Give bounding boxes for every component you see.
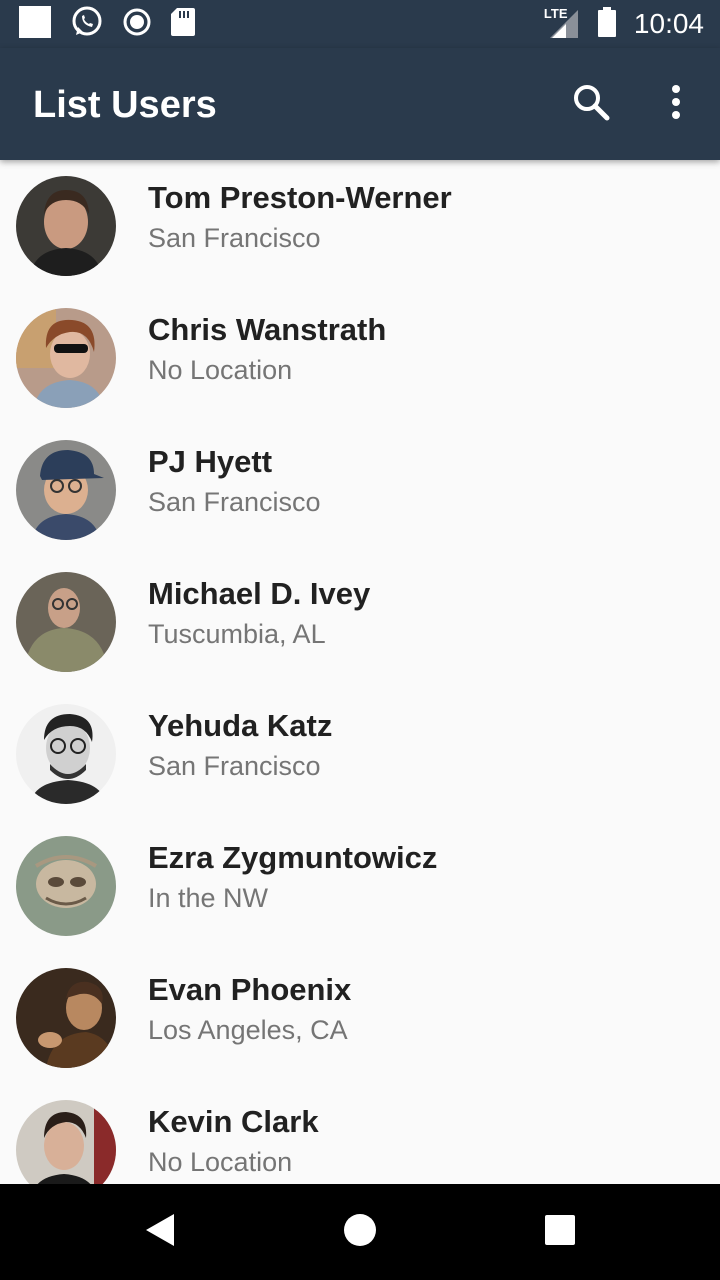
list-item[interactable]: Evan Phoenix Los Angeles, CA — [0, 952, 720, 1084]
list-item[interactable]: Yehuda Katz San Francisco — [0, 688, 720, 820]
user-name: Evan Phoenix — [148, 972, 352, 1007]
user-name: Kevin Clark — [148, 1104, 319, 1139]
search-button[interactable] — [563, 76, 619, 132]
user-name: Chris Wanstrath — [148, 312, 387, 347]
avatar — [16, 836, 116, 936]
more-vert-icon — [670, 84, 682, 125]
user-location: San Francisco — [148, 487, 321, 517]
user-name: Michael D. Ivey — [148, 576, 371, 611]
home-button[interactable] — [332, 1204, 388, 1260]
back-icon — [144, 1212, 176, 1253]
user-location: Tuscumbia, AL — [148, 619, 326, 649]
search-icon — [571, 82, 611, 127]
recents-button[interactable] — [532, 1204, 588, 1260]
status-left-icons — [18, 5, 196, 44]
lte-signal-icon: LTE — [543, 6, 580, 40]
recents-icon — [544, 1214, 576, 1251]
list-item[interactable]: Kevin Clark No Location — [0, 1084, 720, 1184]
record-icon — [122, 7, 152, 42]
user-name: Tom Preston-Werner — [148, 180, 452, 215]
whatsapp-icon — [70, 5, 104, 44]
status-bar: LTE 10:04 — [0, 0, 720, 48]
list-item[interactable]: Michael D. Ivey Tuscumbia, AL — [0, 556, 720, 688]
list-item[interactable]: PJ Hyett San Francisco — [0, 424, 720, 556]
user-location: Los Angeles, CA — [148, 1015, 348, 1045]
notification-square-icon — [18, 5, 52, 44]
avatar — [16, 176, 116, 276]
navigation-bar — [0, 1184, 720, 1280]
battery-icon — [596, 6, 618, 43]
user-location: In the NW — [148, 883, 269, 913]
user-name: Yehuda Katz — [148, 708, 333, 743]
user-location: San Francisco — [148, 751, 321, 781]
page-title: List Users — [33, 84, 217, 126]
user-name: PJ Hyett — [148, 444, 273, 479]
status-time: 10:04 — [633, 8, 704, 39]
avatar — [16, 704, 116, 804]
home-icon — [343, 1213, 377, 1252]
avatar — [16, 968, 116, 1068]
user-location: No Location — [148, 355, 293, 385]
avatar — [16, 308, 116, 408]
user-list: Tom Preston-Werner San Francisco Chris W… — [0, 160, 720, 1184]
sd-card-icon — [170, 7, 196, 42]
avatar — [16, 572, 116, 672]
list-item[interactable]: Chris Wanstrath No Location — [0, 292, 720, 424]
avatar — [16, 440, 116, 540]
app-bar: List Users — [0, 48, 720, 160]
user-location: San Francisco — [148, 223, 321, 253]
list-item[interactable]: Tom Preston-Werner San Francisco — [0, 160, 720, 292]
back-button[interactable] — [132, 1204, 188, 1260]
user-location: No Location — [148, 1147, 293, 1177]
avatar — [16, 1100, 116, 1184]
list-item[interactable]: Ezra Zygmuntowicz In the NW — [0, 820, 720, 952]
user-name: Ezra Zygmuntowicz — [148, 840, 438, 875]
status-right-icons: LTE 10:04 — [544, 4, 704, 44]
network-type: LTE — [543, 6, 568, 21]
more-options-button[interactable] — [648, 76, 704, 132]
